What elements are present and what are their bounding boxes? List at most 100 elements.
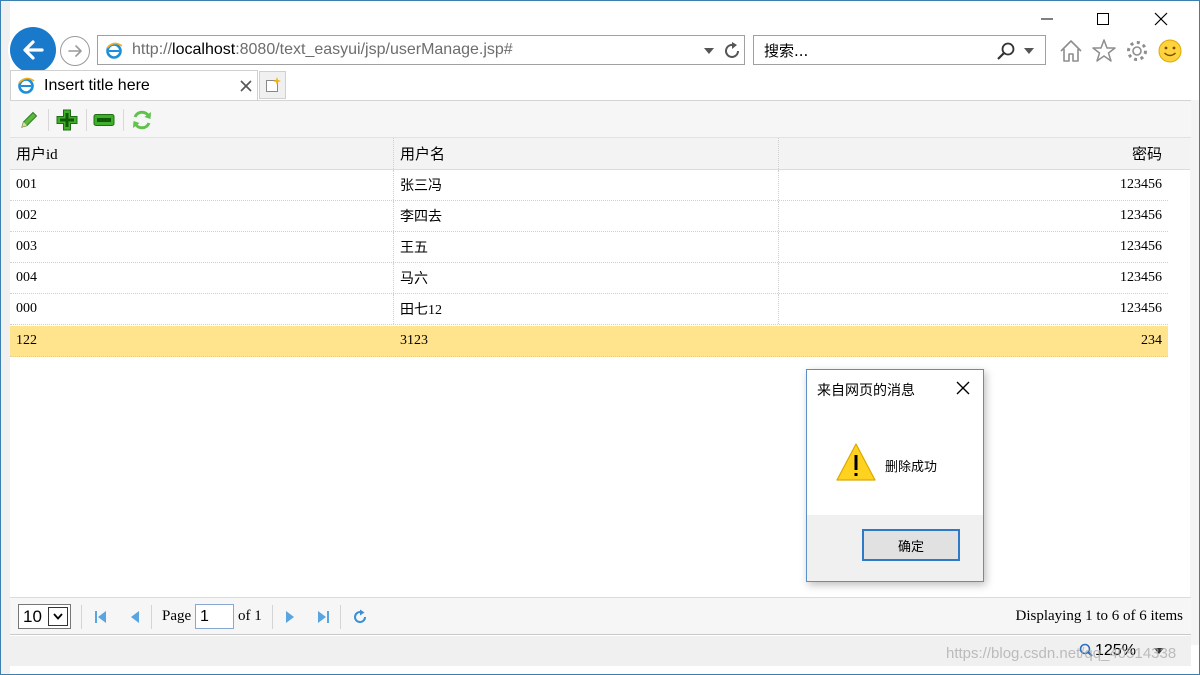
home-icon[interactable] [1058,38,1084,64]
arrow-left-icon [23,40,44,60]
cell-password: 234 [1141,333,1162,348]
page-number-input[interactable] [195,604,234,629]
table-row[interactable]: 003 王五 123456 [10,232,1168,263]
cell-password: 123456 [1120,270,1162,285]
display-info: Displaying 1 to 6 of 6 items [1015,608,1184,624]
cell-username: 王五 [394,232,779,262]
cell-password: 123456 [1120,239,1162,254]
minus-icon [93,114,115,126]
cell-user-id: 000 [10,294,394,324]
search-placeholder: 搜索... [764,41,809,60]
dialog-title: 来自网页的消息 [817,383,915,399]
cell-password: 123456 [1120,208,1162,223]
dialog-message: 删除成功 [885,460,938,475]
datagrid-toolbar [10,100,1191,138]
url-path: :8080/text_easyui/jsp/userManage.jsp# [235,41,513,58]
next-page-icon[interactable] [283,610,297,624]
close-icon [956,381,970,395]
search-icon[interactable] [996,41,1016,61]
remove-button[interactable] [92,108,116,132]
column-header-user-id[interactable]: 用户id [10,138,394,169]
dialog-footer: 确定 [807,515,983,581]
ie-page-icon [18,77,35,94]
page-size-dropdown[interactable] [48,607,68,626]
warning-icon [836,443,876,481]
table-row[interactable]: 001 张三冯 123456 [10,170,1168,201]
back-button[interactable] [10,27,56,73]
page-size-select[interactable]: 10 [18,604,71,629]
cell-user-id: 122 [16,333,37,348]
page-count-label: of 1 [238,608,262,624]
chevron-down-icon [53,613,63,620]
minimize-button[interactable] [1024,4,1070,34]
new-tab-button[interactable] [259,71,286,99]
search-box[interactable]: 搜索... [753,35,1046,65]
page-label: Page [162,608,192,624]
reload-icon [133,110,151,130]
datagrid-header: 用户id 用户名 密码 [10,138,1168,170]
edit-button[interactable] [17,108,41,132]
datagrid-pager: 10 Page of 1 Displaying 1 to 6 of 6 item… [10,597,1191,635]
table-row[interactable]: 004 马六 123456 [10,263,1168,294]
plus-icon [56,109,78,131]
minimize-icon [1041,18,1053,20]
cell-user-id: 002 [10,201,394,231]
background-page-strip [0,0,10,675]
cell-user-id: 003 [10,232,394,262]
chevron-down-icon[interactable] [1024,47,1034,55]
pager-separator [340,605,341,629]
refresh-icon[interactable] [352,609,368,625]
url-host: localhost [172,41,236,58]
new-tab-icon [266,77,281,92]
dialog-close-button[interactable] [953,378,973,398]
table-row-selected[interactable]: 122 3123 234 [10,326,1168,357]
table-row[interactable]: 002 李四去 123456 [10,201,1168,232]
cell-username: 张三冯 [394,170,779,200]
reload-button[interactable] [130,108,154,132]
pager-separator [151,605,152,629]
pencil-icon [21,111,38,128]
smiley-icon[interactable] [1157,38,1183,64]
first-page-icon[interactable] [94,610,108,624]
ok-button[interactable]: 确定 [862,529,960,561]
table-row[interactable]: 000 田七12 123456 [10,294,1168,325]
previous-page-icon[interactable] [128,610,142,624]
datagrid-header-filler [1168,138,1190,170]
pager-separator [81,605,82,629]
page-size-value: 10 [23,606,42,626]
cell-user-id: 004 [10,263,394,293]
chevron-down-icon[interactable] [704,47,714,55]
watermark-text: https://blog.csdn.net/qq_40514338 [946,645,1177,662]
forward-button[interactable] [60,36,90,66]
close-icon [1154,12,1168,26]
toolbar-separator [123,109,124,131]
url-scheme: http:// [132,41,173,58]
toolbar-separator [86,109,87,131]
cell-password: 123456 [1120,301,1162,316]
maximize-icon [1097,13,1109,25]
close-tab-icon[interactable] [240,80,252,92]
alert-dialog: 来自网页的消息 删除成功 确定 [806,369,984,582]
url-text: http://localhost:8080/text_easyui/jsp/us… [132,41,513,59]
background-page-strip-right [1190,100,1200,645]
column-header-password[interactable]: 密码 [779,138,1168,169]
refresh-icon[interactable] [722,41,742,61]
cell-username: 3123 [400,333,428,348]
last-page-icon[interactable] [316,610,330,624]
cell-username: 李四去 [394,201,779,231]
maximize-button[interactable] [1080,4,1126,34]
star-icon[interactable] [1091,38,1117,64]
cell-user-id: 001 [10,170,394,200]
arrow-right-icon [68,45,82,57]
tab-active[interactable]: Insert title here [10,70,258,100]
toolbar-separator [48,109,49,131]
gear-icon[interactable] [1124,38,1150,64]
pager-separator [272,605,273,629]
address-bar[interactable]: http://localhost:8080/text_easyui/jsp/us… [97,35,745,65]
cell-username: 田七12 [394,294,779,324]
close-window-button[interactable] [1138,4,1184,34]
column-header-username[interactable]: 用户名 [394,138,779,169]
cell-password: 123456 [1120,177,1162,192]
cell-username: 马六 [394,263,779,293]
add-button[interactable] [55,108,79,132]
